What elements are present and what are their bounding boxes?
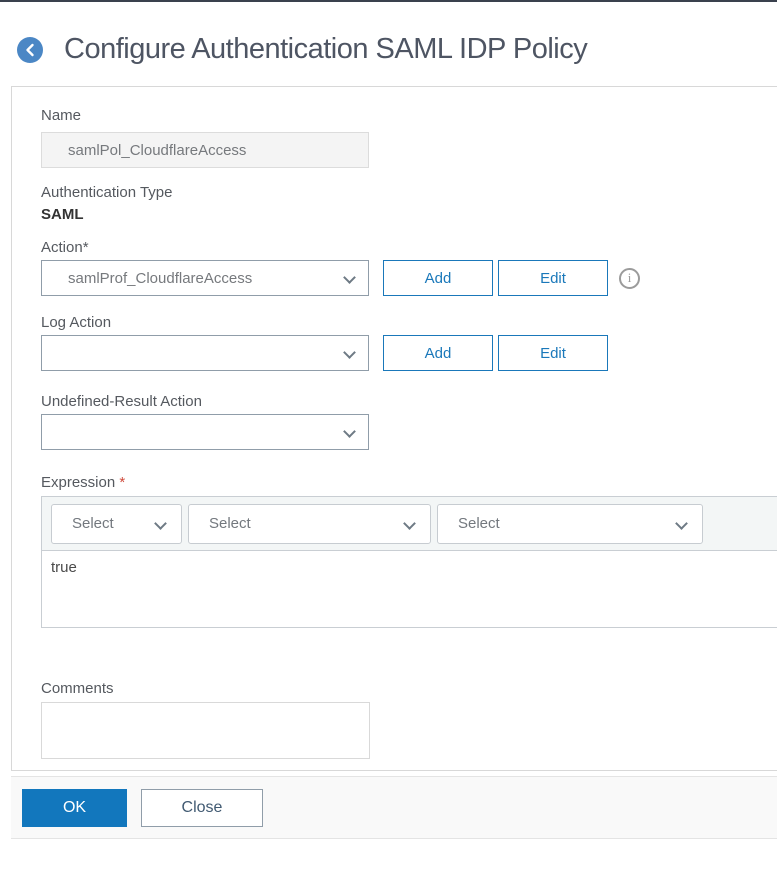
expression-label: Expression *	[41, 474, 126, 491]
comments-label: Comments	[41, 680, 114, 697]
close-button[interactable]: Close	[141, 788, 263, 827]
log-action-select[interactable]	[41, 335, 369, 371]
log-action-add-button[interactable]: Add	[383, 335, 493, 371]
undefined-result-action-row	[41, 414, 777, 450]
expression-input[interactable]: true	[42, 551, 777, 627]
page-header: Configure Authentication SAML IDP Policy	[17, 33, 777, 66]
chevron-down-icon	[343, 346, 356, 359]
name-label: Name	[41, 107, 82, 124]
action-edit-button[interactable]: Edit	[498, 260, 608, 296]
arrow-left-icon	[22, 42, 38, 58]
undefined-result-action-label: Undefined-Result Action	[41, 393, 202, 410]
ok-button[interactable]: OK	[22, 788, 127, 827]
form-panel: Name Authentication Type SAML Action* sa…	[11, 86, 777, 771]
required-asterisk: *	[119, 474, 126, 491]
log-action-edit-button[interactable]: Edit	[498, 335, 608, 371]
expression-select-1[interactable]: Select	[51, 503, 182, 544]
authentication-type-value: SAML	[41, 206, 84, 223]
expression-select-3[interactable]: Select	[437, 503, 703, 544]
log-action-label: Log Action	[41, 314, 112, 331]
footer-bar: OK Close	[11, 776, 777, 839]
log-action-row: Add Edit	[41, 335, 777, 371]
window-top-border	[0, 0, 777, 2]
expression-toolbar: Select Select Select	[42, 497, 777, 551]
comments-input[interactable]	[41, 702, 370, 759]
info-icon[interactable]	[619, 267, 640, 289]
chevron-down-icon	[403, 516, 416, 530]
chevron-down-icon	[343, 271, 356, 284]
back-button[interactable]	[17, 36, 43, 63]
authentication-type-label: Authentication Type	[41, 184, 173, 201]
action-label: Action*	[41, 239, 89, 256]
action-select[interactable]: samlProf_CloudflareAccess	[41, 260, 369, 296]
page-title: Configure Authentication SAML IDP Policy	[64, 33, 588, 65]
action-row: samlProf_CloudflareAccess Add Edit	[41, 260, 777, 296]
chevron-down-icon	[154, 516, 167, 530]
chevron-down-icon	[343, 425, 356, 438]
expression-builder: Select Select Select true	[41, 496, 777, 628]
undefined-result-action-select[interactable]	[41, 414, 369, 450]
chevron-down-icon	[675, 516, 688, 530]
action-select-value: samlProf_CloudflareAccess	[68, 269, 253, 287]
name-input[interactable]	[41, 132, 369, 168]
expression-select-2[interactable]: Select	[188, 503, 431, 544]
action-add-button[interactable]: Add	[383, 260, 493, 296]
